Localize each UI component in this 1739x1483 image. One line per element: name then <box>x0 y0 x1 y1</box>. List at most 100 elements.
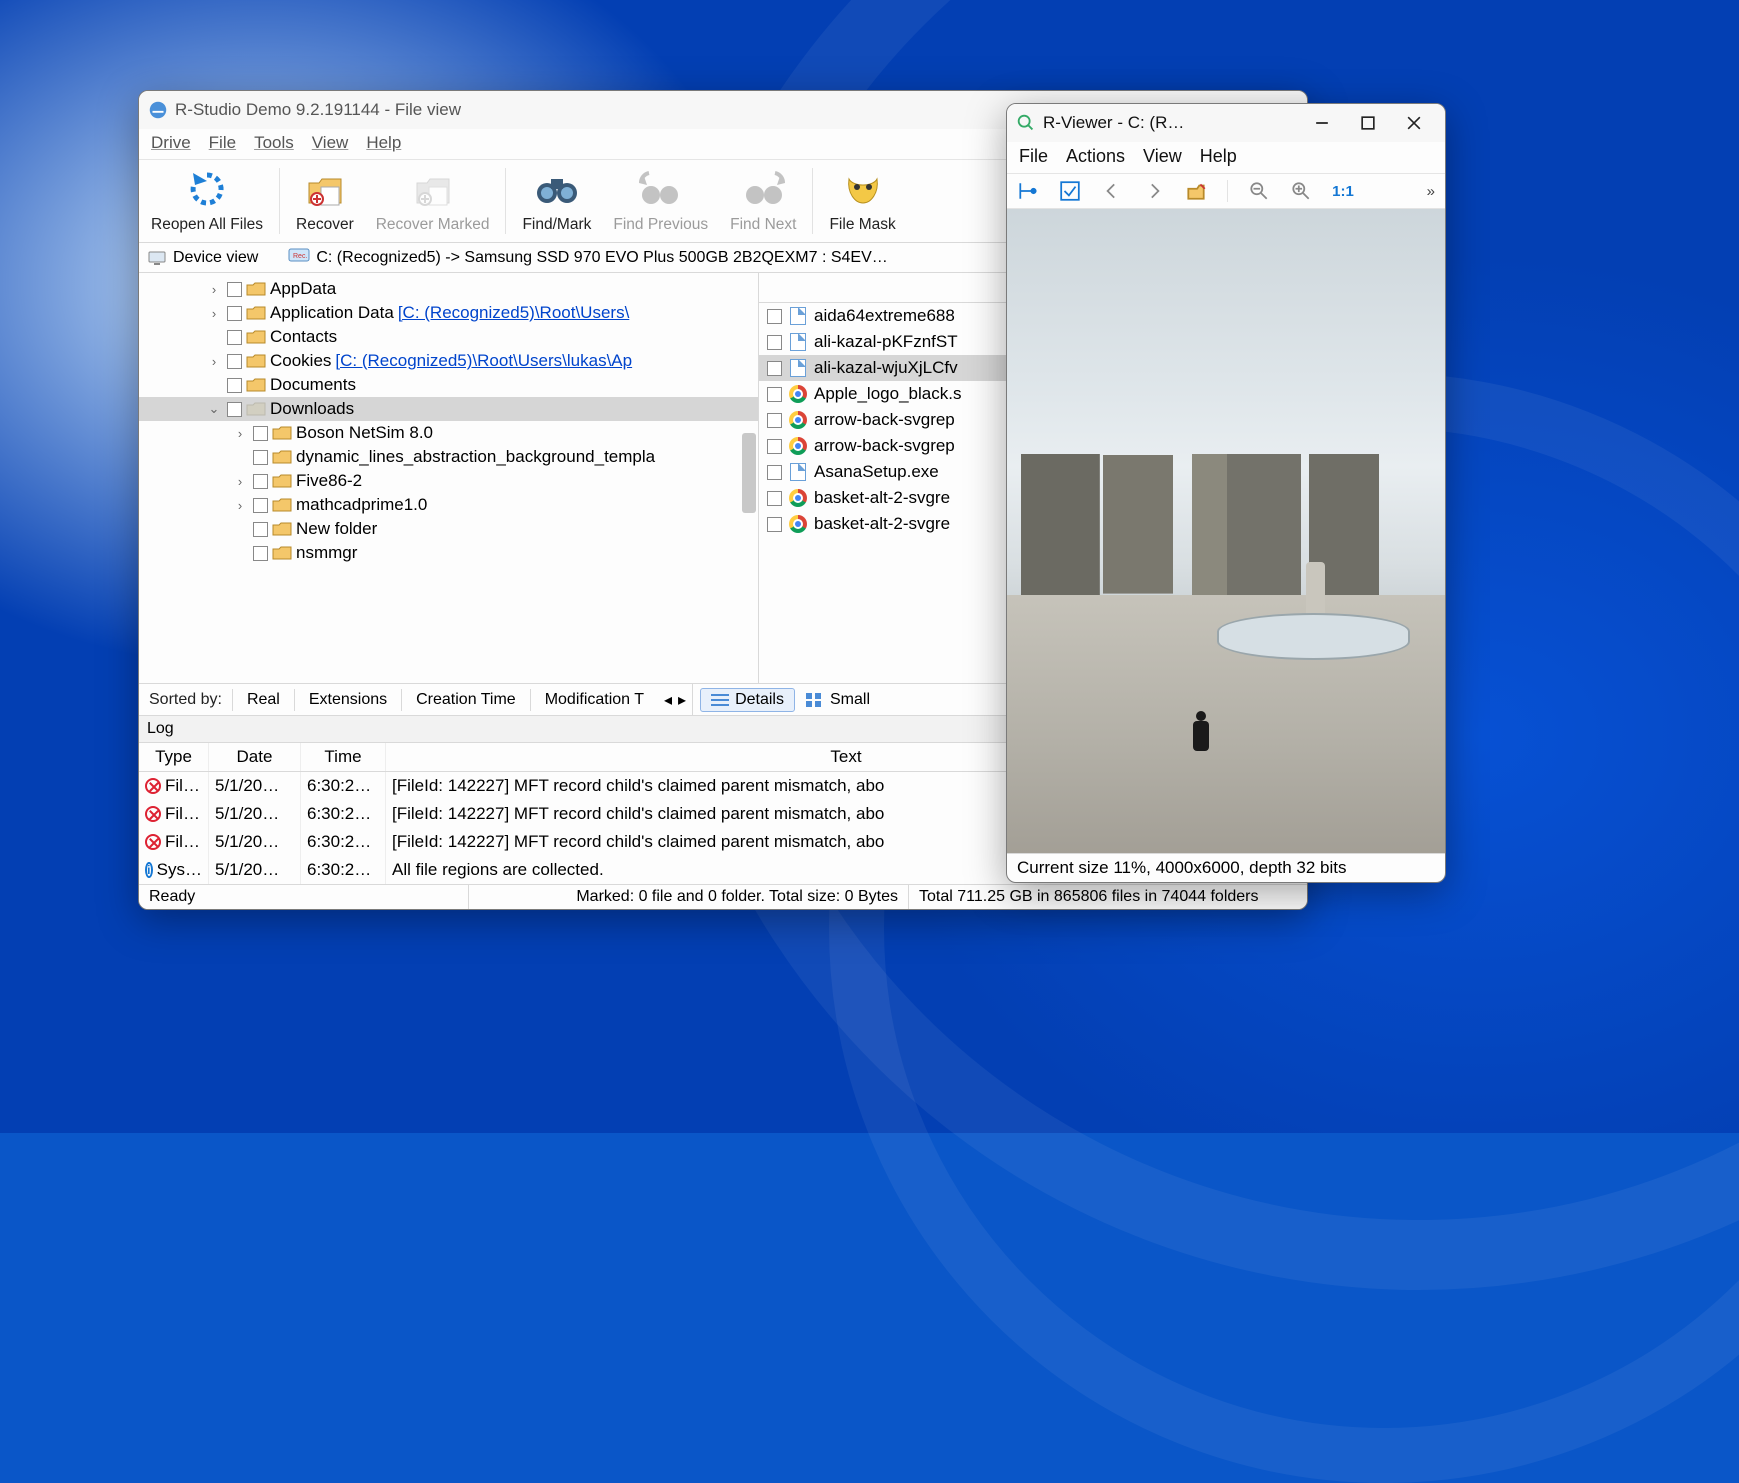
prev-icon[interactable] <box>1101 180 1123 202</box>
expand-icon[interactable]: ⌄ <box>205 401 223 417</box>
sort-real[interactable]: Real <box>232 689 294 711</box>
folder-icon <box>246 401 266 417</box>
menu-tools[interactable]: Tools <box>254 133 294 153</box>
list-checkbox[interactable] <box>767 335 782 350</box>
goto-icon[interactable] <box>1017 180 1039 202</box>
folder-icon <box>246 329 266 345</box>
tree-checkbox[interactable] <box>253 450 268 465</box>
menu-drive[interactable]: Drive <box>151 133 191 153</box>
sort-ctime[interactable]: Creation Time <box>401 689 530 711</box>
zoom-ratio[interactable]: 1:1 <box>1332 180 1354 202</box>
tree-checkbox[interactable] <box>227 282 242 297</box>
tree-checkbox[interactable] <box>253 426 268 441</box>
tree-checkbox[interactable] <box>253 522 268 537</box>
tree-checkbox[interactable] <box>253 546 268 561</box>
sort-prev-icon[interactable]: ◂ <box>664 690 672 710</box>
tree-link[interactable]: [C: (Recognized5)\Root\Users\ <box>398 303 629 323</box>
tree-checkbox[interactable] <box>227 402 242 417</box>
list-checkbox[interactable] <box>767 439 782 454</box>
expand-icon[interactable]: › <box>231 498 249 513</box>
tree-item[interactable]: ›Cookies [C: (Recognized5)\Root\Users\lu… <box>139 349 758 373</box>
viewer-menu-actions[interactable]: Actions <box>1066 146 1125 167</box>
folder-icon <box>246 353 266 369</box>
image-preview[interactable] <box>1007 209 1445 853</box>
folder-tree[interactable]: ›AppData›Application Data [C: (Recognize… <box>139 273 759 683</box>
tree-checkbox[interactable] <box>227 306 242 321</box>
maximize-button[interactable] <box>1345 107 1391 139</box>
info-icon: i <box>145 862 153 878</box>
sort-mtime[interactable]: Modification T <box>530 689 658 711</box>
viewer-menu-file[interactable]: File <box>1019 146 1048 167</box>
menu-view[interactable]: View <box>312 133 349 153</box>
tool-reopen-all-files[interactable]: Reopen All Files <box>141 164 273 238</box>
expand-icon[interactable]: › <box>205 354 223 369</box>
sort-ext[interactable]: Extensions <box>294 689 401 711</box>
menu-help[interactable]: Help <box>366 133 401 153</box>
zoom-in-icon[interactable] <box>1290 180 1312 202</box>
toolbar-overflow-icon[interactable]: » <box>1427 183 1435 200</box>
tree-item[interactable]: › mathcadprime1.0 <box>139 493 758 517</box>
file-icon <box>790 463 806 481</box>
tree-checkbox[interactable] <box>227 330 242 345</box>
tree-item[interactable]: ⌄Downloads <box>139 397 758 421</box>
viewer-menu-view[interactable]: View <box>1143 146 1182 167</box>
tree-item[interactable]: Documents <box>139 373 758 397</box>
close-button[interactable] <box>1391 107 1437 139</box>
expand-icon[interactable]: › <box>231 426 249 441</box>
tool-find-next: Find Next <box>720 164 806 238</box>
tool-find-mark[interactable]: Find/Mark <box>512 164 601 238</box>
list-checkbox[interactable] <box>767 413 782 428</box>
view-details[interactable]: Details <box>700 688 795 712</box>
sort-next-icon[interactable]: ▸ <box>678 690 686 710</box>
list-checkbox[interactable] <box>767 361 782 376</box>
minimize-button[interactable] <box>1299 107 1345 139</box>
zoom-out-icon[interactable] <box>1248 180 1270 202</box>
tree-checkbox[interactable] <box>227 354 242 369</box>
viewer-titlebar[interactable]: R-Viewer - C: (R… <box>1007 104 1445 142</box>
tree-scrollbar-thumb[interactable] <box>742 433 756 513</box>
menu-file[interactable]: File <box>209 133 236 153</box>
reopen-icon <box>180 166 234 212</box>
tree-item[interactable]: › Boson NetSim 8.0 <box>139 421 758 445</box>
file-name: arrow-back-svgrep <box>814 410 955 430</box>
list-checkbox[interactable] <box>767 387 782 402</box>
next-icon[interactable] <box>1143 180 1165 202</box>
viewer-toolbar: 1:1 » <box>1007 174 1445 209</box>
save-as-icon[interactable] <box>1185 180 1207 202</box>
tree-item[interactable]: ›AppData <box>139 277 758 301</box>
expand-icon[interactable]: › <box>205 282 223 297</box>
file-name: aida64extreme688 <box>814 306 955 326</box>
tree-link[interactable]: [C: (Recognized5)\Root\Users\lukas\Ap <box>335 351 632 371</box>
list-checkbox[interactable] <box>767 517 782 532</box>
view-small[interactable]: Small <box>795 688 881 712</box>
viewer-menu-help[interactable]: Help <box>1200 146 1237 167</box>
tree-checkbox[interactable] <box>227 378 242 393</box>
tool-recover[interactable]: Recover <box>286 164 364 238</box>
expand-icon[interactable]: › <box>231 474 249 489</box>
tree-label: mathcadprime1.0 <box>296 495 427 515</box>
tree-item[interactable]: New folder <box>139 517 758 541</box>
rviewer-window: R-Viewer - C: (R… File Actions View Help… <box>1006 103 1446 883</box>
check-icon[interactable] <box>1059 180 1081 202</box>
file-name: AsanaSetup.exe <box>814 462 939 482</box>
list-checkbox[interactable] <box>767 491 782 506</box>
tree-item[interactable]: dynamic_lines_abstraction_background_tem… <box>139 445 758 469</box>
statusbar: Ready Marked: 0 file and 0 folder. Total… <box>139 884 1307 909</box>
tree-checkbox[interactable] <box>253 498 268 513</box>
tree-item[interactable]: ›Application Data [C: (Recognized5)\Root… <box>139 301 758 325</box>
chrome-icon <box>789 515 807 533</box>
tree-label: nsmmgr <box>296 543 357 563</box>
list-checkbox[interactable] <box>767 465 782 480</box>
viewer-menubar: File Actions View Help <box>1007 142 1445 174</box>
tree-item[interactable]: Contacts <box>139 325 758 349</box>
expand-icon[interactable]: › <box>205 306 223 321</box>
device-view-label[interactable]: Device view <box>173 249 258 267</box>
breadcrumb-path[interactable]: C: (Recognized5) -> Samsung SSD 970 EVO … <box>316 249 887 267</box>
tool-file-mask[interactable]: File Mask <box>819 164 905 238</box>
tree-checkbox[interactable] <box>253 474 268 489</box>
list-checkbox[interactable] <box>767 309 782 324</box>
tree-item[interactable]: nsmmgr <box>139 541 758 565</box>
chrome-icon <box>789 411 807 429</box>
tree-label: Boson NetSim 8.0 <box>296 423 433 443</box>
tree-item[interactable]: ›Five86-2 <box>139 469 758 493</box>
